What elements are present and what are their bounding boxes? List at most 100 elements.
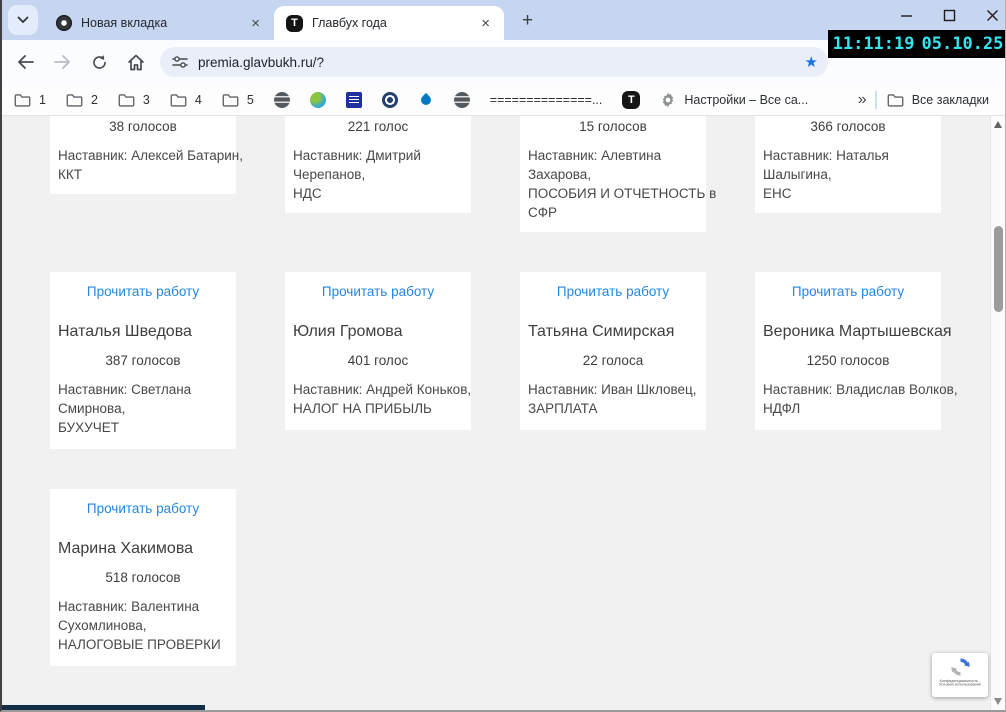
page-content: 38 голосов Наставник: Алексей Батарин, ККТ… (2, 116, 1005, 710)
read-work-link[interactable]: Прочитать работу (763, 284, 933, 299)
tab-title: Главбух года (312, 16, 387, 30)
bookmark-folders: 1 2 3 4 5 (14, 93, 274, 107)
bookmark-favicons (273, 91, 490, 108)
clock-time: 11:11:19 (832, 34, 915, 54)
read-work-link[interactable]: Прочитать работу (58, 284, 228, 299)
mentor-info: Наставник: Алексей Батарин, ККТ (58, 148, 243, 182)
back-button[interactable] (11, 48, 39, 76)
votes-count: 1250 голосов (806, 353, 890, 368)
folder-icon (887, 93, 904, 107)
bookmark-settings[interactable]: Настройки – Все са... (660, 92, 808, 108)
scroll-up-arrow-icon[interactable] (994, 121, 1002, 128)
target-icon[interactable] (381, 91, 398, 108)
votes-count: 366 голосов (810, 119, 886, 134)
bookmark-folder-1[interactable]: 1 (14, 93, 46, 107)
participant-card: 15 голосов Наставник: Алевтина Захарова, ПО… (520, 116, 717, 232)
globe-icon[interactable] (273, 91, 290, 108)
chevron-down-icon (17, 16, 29, 24)
new-tab-favicon-icon (56, 15, 72, 31)
read-work-link[interactable]: Прочитать работу (528, 284, 698, 299)
mentor-info: Наставник: Дмитрий Черепанов, НДС (293, 148, 421, 201)
maximize-button[interactable] (943, 9, 956, 22)
participant-card: Прочитать работу Наталья Шведова 387 голос… (50, 272, 236, 449)
mentor-info: Наставник: Светлана Смирнова, БУХУЧЕТ (58, 382, 192, 435)
read-work-link[interactable]: Прочитать работу (58, 501, 228, 516)
tune-icon[interactable] (172, 55, 188, 69)
reload-button[interactable] (85, 48, 113, 76)
folder-icon (118, 93, 135, 107)
bookmark-glavbukh[interactable]: Т (622, 90, 641, 109)
participant-card: Прочитать работу Юлия Громова 401 голос Нас… (285, 272, 471, 430)
votes-count: 22 голоса (582, 353, 644, 368)
new-tab-button[interactable]: + (516, 11, 539, 30)
bookmark-folder-4[interactable]: 4 (170, 93, 202, 107)
globe-icon[interactable] (453, 91, 470, 108)
bookmark-folder-label: 5 (246, 92, 254, 107)
votes-count: 38 голосов (109, 119, 177, 134)
tab-new-tab[interactable]: Новая вкладка × (44, 6, 274, 40)
folder-icon (170, 93, 187, 107)
mentor-info: Наставник: Наталья Шалыгина, ЕНС (763, 148, 889, 201)
bookmarks-overflow-chevron[interactable]: » (850, 91, 875, 109)
bookmark-folder-2[interactable]: 2 (66, 93, 98, 107)
weather-icon[interactable] (345, 91, 362, 108)
bookmarks-bar: 1 2 3 4 5 ==============... Т Настройки – Вс… (2, 84, 1005, 116)
bookmark-folder-5[interactable]: 5 (222, 93, 254, 107)
address-bar[interactable]: premia.glavbukh.ru/? ★ (160, 47, 828, 77)
forward-button[interactable] (48, 48, 76, 76)
flame-icon[interactable] (418, 92, 434, 108)
participant-card: Прочитать работу Вероника Мартышевская 125… (755, 272, 958, 430)
home-button[interactable] (122, 48, 150, 76)
window-controls (900, 0, 999, 30)
bookmark-folder-label: 4 (194, 92, 202, 107)
browser-window: Новая вкладка × Т Главбух года × + 11:11… (0, 0, 1006, 712)
mentor-info: Наставник: Валентина Сухомлинова, НАЛОГОВЫ… (58, 599, 221, 652)
tab-close-icon[interactable]: × (247, 14, 264, 33)
mentor-info: Наставник: Алевтина Захарова, ПОСОБИЯ И ОТ… (528, 148, 717, 220)
bookmark-star-icon[interactable]: ★ (805, 54, 818, 70)
participant-card: 38 голосов Наставник: Алексей Батарин, ККТ (50, 116, 243, 194)
tab-close-icon[interactable]: × (477, 14, 494, 33)
scroll-down-arrow-icon[interactable] (994, 698, 1002, 705)
recaptcha-logo-icon (950, 658, 970, 676)
folder-icon (222, 93, 239, 107)
page-footer-edge (2, 705, 205, 710)
mentor-info: Наставник: Андрей Коньков, НАЛОГ НА ПРИБЫ… (293, 382, 472, 416)
glavbukh-favicon-icon: Т (622, 90, 641, 109)
glavbukh-favicon-icon: Т (286, 14, 303, 32)
participant-name: Татьяна Симирская (528, 323, 675, 340)
participant-card: 221 голос Наставник: Дмитрий Черепанов, НДС (285, 116, 471, 213)
gear-icon (663, 92, 674, 107)
participant-name: Марина Хакимова (58, 540, 194, 557)
all-bookmarks-button[interactable]: Все закладки (887, 93, 989, 107)
bookmark-equals[interactable]: ==============... (490, 93, 603, 107)
close-button[interactable] (986, 9, 999, 22)
folder-icon (14, 93, 31, 107)
recaptcha-badge[interactable]: Конфиденциальность - Условия использован… (932, 653, 988, 697)
earth-icon[interactable] (309, 91, 326, 108)
participant-card: Прочитать работу Марина Хакимова 518 голос… (50, 489, 236, 666)
cards-grid: 38 голосов Наставник: Алексей Батарин, ККТ… (50, 116, 958, 666)
mentor-info: Наставник: Иван Шкловец, ЗАРПЛАТА (528, 382, 697, 416)
bookmark-folder-3[interactable]: 3 (118, 93, 150, 107)
scrollbar[interactable] (990, 116, 1005, 710)
bookmark-folder-label: 1 (39, 92, 46, 107)
minimize-button[interactable] (900, 9, 913, 22)
votes-count: 518 голосов (105, 570, 181, 585)
participant-card: Прочитать работу Татьяна Симирская 22 голо… (520, 272, 706, 430)
clock-overlay: 11:11:19 05.10.25 (828, 30, 1005, 58)
recaptcha-terms-text: Конфиденциальность - Условия использован… (939, 678, 981, 687)
url-text[interactable]: premia.glavbukh.ru/? (198, 55, 805, 70)
bookmark-folder-label: 2 (90, 92, 98, 107)
folder-icon (66, 93, 83, 107)
tab-search-button[interactable] (8, 5, 38, 35)
votes-count: 221 голос (347, 119, 409, 134)
participant-name: Вероника Мартышевская (763, 323, 952, 340)
tab-glavbukh[interactable]: Т Главбух года × (274, 6, 504, 40)
scrollbar-thumb[interactable] (994, 226, 1003, 312)
votes-count: 401 голос (347, 353, 409, 368)
mentor-info: Наставник: Владислав Волков, НДФЛ (763, 382, 958, 416)
bookmark-folder-label: 3 (142, 92, 150, 107)
read-work-link[interactable]: Прочитать работу (293, 284, 463, 299)
participant-card: 366 голосов Наставник: Наталья Шалыгина, ЕН… (755, 116, 941, 213)
